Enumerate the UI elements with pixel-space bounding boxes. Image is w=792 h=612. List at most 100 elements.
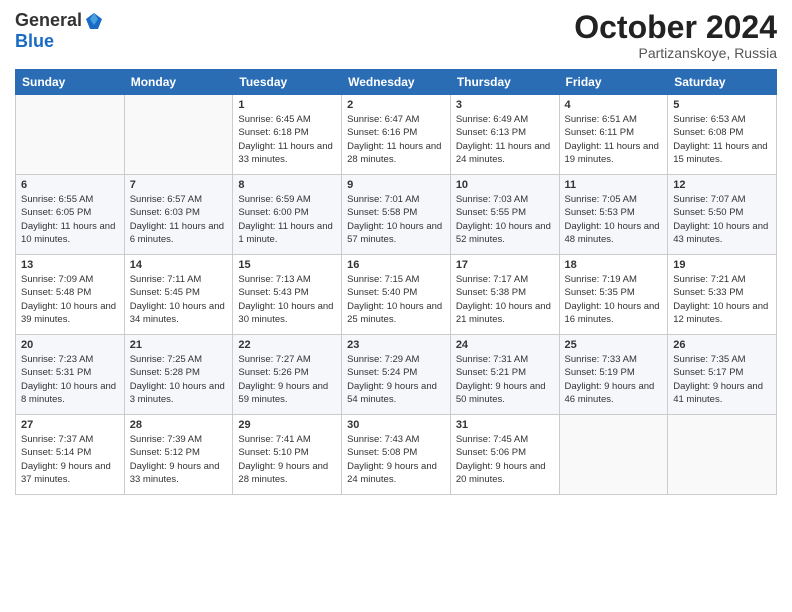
day-info: Sunrise: 7:07 AM Sunset: 5:50 PM Dayligh… [673,193,771,246]
calendar-cell: 4 Sunrise: 6:51 AM Sunset: 6:11 PM Daylig… [559,95,668,175]
day-number: 10 [456,179,554,191]
day-number: 19 [673,259,771,271]
day-info: Sunrise: 7:23 AM Sunset: 5:31 PM Dayligh… [21,353,119,406]
day-number: 17 [456,259,554,271]
calendar-cell: 19 Sunrise: 7:21 AM Sunset: 5:33 PM Dayli… [668,255,777,335]
logo-blue: Blue [15,31,54,52]
day-info: Sunrise: 7:21 AM Sunset: 5:33 PM Dayligh… [673,273,771,326]
day-number: 12 [673,179,771,191]
day-number: 24 [456,339,554,351]
day-number: 21 [130,339,228,351]
calendar-cell: 28 Sunrise: 7:39 AM Sunset: 5:12 PM Dayli… [124,415,233,495]
day-number: 30 [347,419,445,431]
title-block: October 2024 Partizanskoye, Russia [574,10,777,61]
day-number: 2 [347,99,445,111]
calendar-cell: 6Sunrise: 6:55 AM Sunset: 6:05 PM Daylig… [16,175,125,255]
calendar-table: SundayMondayTuesdayWednesdayThursdayFrid… [15,69,777,495]
day-number: 29 [238,419,336,431]
day-number: 9 [347,179,445,191]
day-number: 1 [238,99,336,111]
day-number: 15 [238,259,336,271]
calendar-header: SundayMondayTuesdayWednesdayThursdayFrid… [16,70,777,95]
calendar-cell: 30 Sunrise: 7:43 AM Sunset: 5:08 PM Dayli… [342,415,451,495]
day-number: 4 [565,99,663,111]
day-number: 11 [565,179,663,191]
calendar-cell: 20 Sunrise: 7:23 AM Sunset: 5:31 PM Dayli… [16,335,125,415]
day-info: Sunrise: 6:45 AM Sunset: 6:18 PM Dayligh… [238,113,336,166]
weekday-header-wednesday: Wednesday [342,70,451,95]
calendar-cell: 8Sunrise: 6:59 AM Sunset: 6:00 PM Daylig… [233,175,342,255]
day-info: Sunrise: 6:57 AM Sunset: 6:03 PM Dayligh… [130,193,228,246]
calendar-cell: 11 Sunrise: 7:05 AM Sunset: 5:53 PM Dayli… [559,175,668,255]
weekday-header-saturday: Saturday [668,70,777,95]
day-info: Sunrise: 7:11 AM Sunset: 5:45 PM Dayligh… [130,273,228,326]
calendar-cell: 14 Sunrise: 7:11 AM Sunset: 5:45 PM Dayli… [124,255,233,335]
day-number: 7 [130,179,228,191]
day-info: Sunrise: 7:17 AM Sunset: 5:38 PM Dayligh… [456,273,554,326]
day-number: 23 [347,339,445,351]
calendar-cell: 17 Sunrise: 7:17 AM Sunset: 5:38 PM Dayli… [450,255,559,335]
calendar-cell: 2Sunrise: 6:47 AM Sunset: 6:16 PM Daylig… [342,95,451,175]
day-info: Sunrise: 7:03 AM Sunset: 5:55 PM Dayligh… [456,193,554,246]
calendar-week-row: 13Sunrise: 7:09 AM Sunset: 5:48 PM Dayli… [16,255,777,335]
day-info: Sunrise: 7:25 AM Sunset: 5:28 PM Dayligh… [130,353,228,406]
calendar-cell: 18Sunrise: 7:19 AM Sunset: 5:35 PM Dayli… [559,255,668,335]
calendar-cell: 15 Sunrise: 7:13 AM Sunset: 5:43 PM Dayli… [233,255,342,335]
day-info: Sunrise: 6:59 AM Sunset: 6:00 PM Dayligh… [238,193,336,246]
day-number: 14 [130,259,228,271]
calendar-cell [124,95,233,175]
calendar-cell [16,95,125,175]
day-info: Sunrise: 6:53 AM Sunset: 6:08 PM Dayligh… [673,113,771,166]
weekday-header-sunday: Sunday [16,70,125,95]
calendar-week-row: 20 Sunrise: 7:23 AM Sunset: 5:31 PM Dayli… [16,335,777,415]
day-number: 18 [565,259,663,271]
day-info: Sunrise: 7:37 AM Sunset: 5:14 PM Dayligh… [21,433,119,486]
day-info: Sunrise: 7:39 AM Sunset: 5:12 PM Dayligh… [130,433,228,486]
day-info: Sunrise: 6:49 AM Sunset: 6:13 PM Dayligh… [456,113,554,166]
calendar-cell [559,415,668,495]
day-info: Sunrise: 7:13 AM Sunset: 5:43 PM Dayligh… [238,273,336,326]
page: General Blue October 2024 Partizanskoye,… [0,0,792,612]
day-info: Sunrise: 7:01 AM Sunset: 5:58 PM Dayligh… [347,193,445,246]
calendar-cell: 9 Sunrise: 7:01 AM Sunset: 5:58 PM Daylig… [342,175,451,255]
calendar-cell [668,415,777,495]
calendar-cell: 26Sunrise: 7:35 AM Sunset: 5:17 PM Dayli… [668,335,777,415]
weekday-header-row: SundayMondayTuesdayWednesdayThursdayFrid… [16,70,777,95]
calendar-week-row: 6Sunrise: 6:55 AM Sunset: 6:05 PM Daylig… [16,175,777,255]
calendar-week-row: 1 Sunrise: 6:45 AM Sunset: 6:18 PM Daylig… [16,95,777,175]
calendar-cell: 13Sunrise: 7:09 AM Sunset: 5:48 PM Dayli… [16,255,125,335]
day-info: Sunrise: 7:43 AM Sunset: 5:08 PM Dayligh… [347,433,445,486]
calendar-cell: 24Sunrise: 7:31 AM Sunset: 5:21 PM Dayli… [450,335,559,415]
day-number: 20 [21,339,119,351]
day-number: 6 [21,179,119,191]
day-number: 27 [21,419,119,431]
logo-general: General [15,10,82,31]
day-info: Sunrise: 7:15 AM Sunset: 5:40 PM Dayligh… [347,273,445,326]
day-number: 22 [238,339,336,351]
day-info: Sunrise: 6:51 AM Sunset: 6:11 PM Dayligh… [565,113,663,166]
day-number: 3 [456,99,554,111]
day-number: 28 [130,419,228,431]
header: General Blue October 2024 Partizanskoye,… [15,10,777,61]
day-number: 25 [565,339,663,351]
day-info: Sunrise: 7:45 AM Sunset: 5:06 PM Dayligh… [456,433,554,486]
month-title: October 2024 [574,10,777,45]
day-info: Sunrise: 7:27 AM Sunset: 5:26 PM Dayligh… [238,353,336,406]
logo: General Blue [15,10,104,52]
calendar-cell: 21 Sunrise: 7:25 AM Sunset: 5:28 PM Dayli… [124,335,233,415]
calendar-cell: 5Sunrise: 6:53 AM Sunset: 6:08 PM Daylig… [668,95,777,175]
calendar-cell: 23 Sunrise: 7:29 AM Sunset: 5:24 PM Dayli… [342,335,451,415]
weekday-header-friday: Friday [559,70,668,95]
weekday-header-tuesday: Tuesday [233,70,342,95]
calendar-cell: 16Sunrise: 7:15 AM Sunset: 5:40 PM Dayli… [342,255,451,335]
day-info: Sunrise: 7:33 AM Sunset: 5:19 PM Dayligh… [565,353,663,406]
location: Partizanskoye, Russia [574,45,777,61]
day-number: 26 [673,339,771,351]
calendar-cell: 31Sunrise: 7:45 AM Sunset: 5:06 PM Dayli… [450,415,559,495]
day-info: Sunrise: 7:05 AM Sunset: 5:53 PM Dayligh… [565,193,663,246]
day-info: Sunrise: 7:29 AM Sunset: 5:24 PM Dayligh… [347,353,445,406]
calendar-cell: 27 Sunrise: 7:37 AM Sunset: 5:14 PM Dayli… [16,415,125,495]
calendar-week-row: 27 Sunrise: 7:37 AM Sunset: 5:14 PM Dayli… [16,415,777,495]
calendar-cell: 29Sunrise: 7:41 AM Sunset: 5:10 PM Dayli… [233,415,342,495]
calendar-cell: 3 Sunrise: 6:49 AM Sunset: 6:13 PM Daylig… [450,95,559,175]
